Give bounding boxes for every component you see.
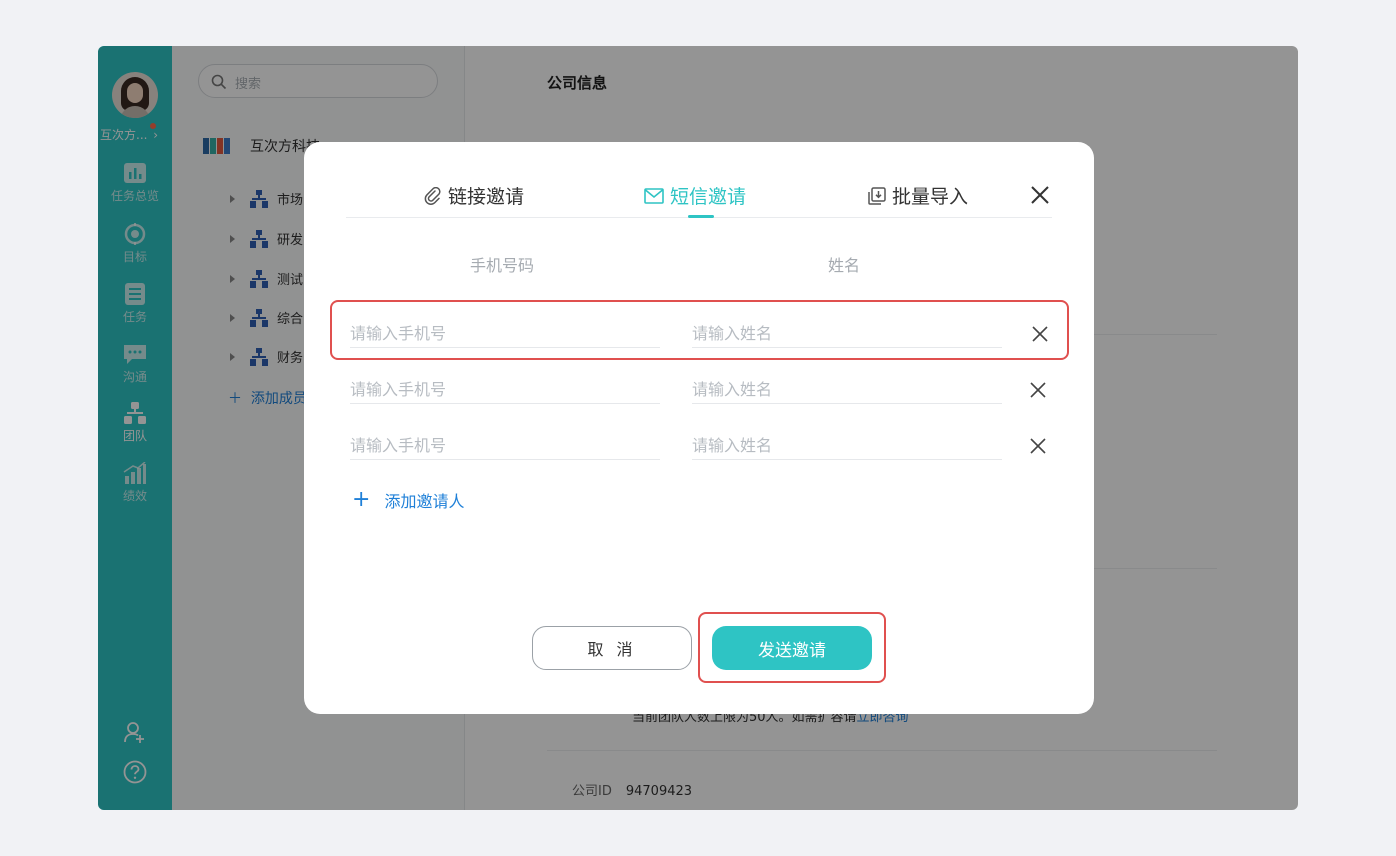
send-invite-button[interactable]: 发送邀请 bbox=[712, 626, 872, 670]
tab-sms-invite[interactable]: 短信邀请 bbox=[644, 182, 746, 209]
tab-label: 短信邀请 bbox=[670, 186, 747, 208]
invite-row: 请输入手机号 请输入姓名 bbox=[330, 357, 1069, 417]
tab-bulk-import[interactable]: 批量导入 bbox=[868, 182, 968, 209]
remove-row-icon[interactable] bbox=[1030, 324, 1050, 344]
phone-input[interactable]: 请输入手机号 bbox=[350, 430, 660, 460]
add-inviter-button[interactable]: + 添加邀请人 bbox=[352, 488, 464, 512]
invite-row: 请输入手机号 请输入姓名 bbox=[330, 413, 1069, 473]
tab-label: 链接邀请 bbox=[448, 186, 525, 208]
tab-label: 批量导入 bbox=[892, 186, 969, 208]
cancel-button[interactable]: 取 消 bbox=[532, 626, 692, 670]
remove-row-icon[interactable] bbox=[1028, 436, 1048, 456]
import-icon bbox=[868, 186, 886, 205]
invite-row: 请输入手机号 请输入姓名 bbox=[330, 300, 1069, 360]
name-input[interactable]: 请输入姓名 bbox=[692, 430, 1002, 460]
mail-icon bbox=[644, 187, 664, 204]
name-input[interactable]: 请输入姓名 bbox=[692, 318, 1002, 348]
close-icon[interactable] bbox=[1028, 183, 1052, 207]
tab-link-invite[interactable]: 链接邀请 bbox=[424, 182, 524, 209]
name-input[interactable]: 请输入姓名 bbox=[692, 374, 1002, 404]
invite-dialog: 链接邀请 短信邀请 批量导入 手机号码 姓名 请输入手机号 请输入姓名 请输入手… bbox=[304, 142, 1094, 714]
paperclip-icon bbox=[424, 186, 441, 205]
remove-row-icon[interactable] bbox=[1028, 380, 1048, 400]
add-inviter-label: 添加邀请人 bbox=[384, 492, 465, 511]
phone-input[interactable]: 请输入手机号 bbox=[350, 318, 660, 348]
column-header-name: 姓名 bbox=[828, 256, 861, 275]
invite-tabs: 链接邀请 短信邀请 批量导入 bbox=[346, 182, 1052, 218]
phone-input[interactable]: 请输入手机号 bbox=[350, 374, 660, 404]
active-tab-indicator bbox=[688, 215, 714, 218]
plus-icon: + bbox=[352, 487, 371, 512]
column-header-phone: 手机号码 bbox=[470, 256, 535, 275]
